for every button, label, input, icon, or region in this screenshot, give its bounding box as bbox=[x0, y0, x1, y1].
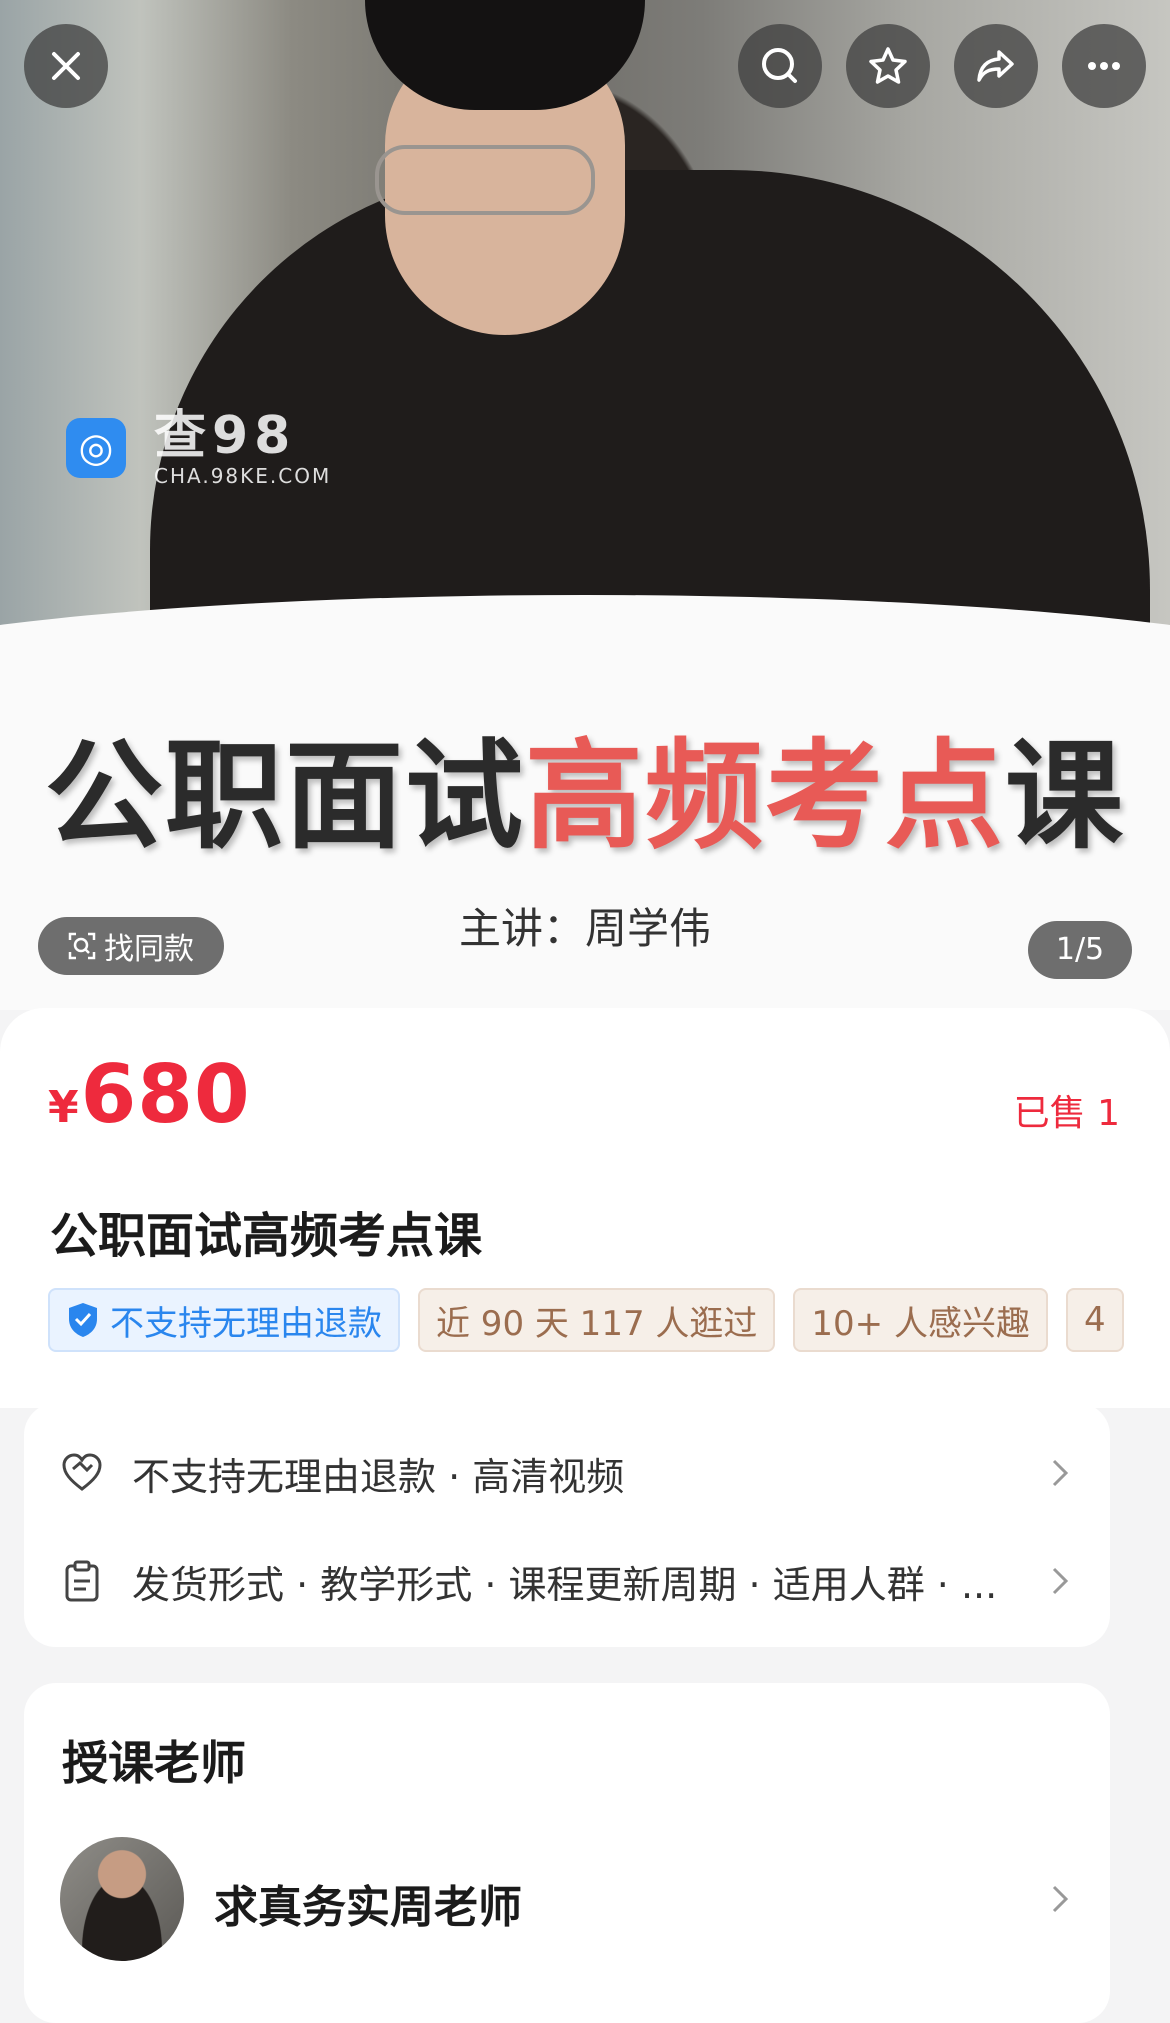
price-value: 680 bbox=[80, 1048, 251, 1141]
close-button[interactable] bbox=[24, 24, 108, 108]
teacher-name: 求真务实周老师 bbox=[214, 1882, 522, 1933]
chevron-right-icon bbox=[1052, 1885, 1069, 1913]
tag-label: 近 90 天 117 人逛过 bbox=[436, 1303, 758, 1344]
find-similar-label: 找同款 bbox=[104, 932, 194, 967]
tag-interested[interactable]: 10+ 人感兴趣 bbox=[793, 1288, 1048, 1352]
tag-label: 4 bbox=[1083, 1300, 1106, 1340]
star-icon bbox=[869, 47, 907, 84]
chevron-right-icon bbox=[1052, 1567, 1069, 1595]
heart-service-icon bbox=[62, 1453, 102, 1491]
params-text: 发货形式 · 教学形式 · 课程更新周期 · 适用人群 · ... bbox=[132, 1562, 998, 1607]
search-icon bbox=[762, 48, 797, 83]
share-button[interactable] bbox=[954, 24, 1038, 108]
price-card: ¥ 680 已售 1 公职面试高频考点课 不支持无理由退款 近 90 天 117… bbox=[0, 1008, 1170, 1408]
cover-title-dark: 公职面试 bbox=[44, 726, 525, 865]
cover-title-end: 课 bbox=[1005, 726, 1126, 865]
sold-count: 已售 1 bbox=[1013, 1093, 1120, 1134]
watermark-text: 查98 bbox=[154, 406, 297, 466]
find-similar-button[interactable]: 找同款 bbox=[38, 917, 224, 975]
more-icon bbox=[1088, 62, 1120, 70]
product-gallery[interactable]: ◎ 查98 CHA.98KE.COM 公职面试高频考点课 主讲：周学伟 bbox=[0, 0, 1170, 1010]
favorite-button[interactable] bbox=[846, 24, 930, 108]
tag-no-refund[interactable]: 不支持无理由退款 bbox=[48, 1288, 400, 1352]
tag-more[interactable]: 4 bbox=[1065, 1288, 1124, 1352]
params-row[interactable]: 发货形式 · 教学形式 · 课程更新周期 · 适用人群 · ... bbox=[24, 1531, 1110, 1631]
search-button[interactable] bbox=[738, 24, 822, 108]
watermark-url: CHA.98KE.COM bbox=[154, 464, 332, 488]
tag-list: 不支持无理由退款 近 90 天 117 人逛过 10+ 人感兴趣 4 bbox=[48, 1288, 1124, 1352]
product-title: 公职面试高频考点课 bbox=[50, 1208, 483, 1264]
cover-title: 公职面试高频考点课 bbox=[0, 700, 1170, 871]
tag-views[interactable]: 近 90 天 117 人逛过 bbox=[418, 1288, 776, 1352]
service-text: 不支持无理由退款 · 高清视频 bbox=[132, 1454, 625, 1499]
watermark-logo-icon: ◎ bbox=[66, 418, 126, 478]
currency-symbol: ¥ bbox=[48, 1082, 79, 1133]
teacher-row[interactable]: 求真务实周老师 bbox=[24, 1837, 1110, 1967]
clipboard-icon bbox=[65, 1560, 99, 1602]
teacher-heading: 授课老师 bbox=[62, 1736, 246, 1790]
shield-check-icon bbox=[69, 1303, 97, 1337]
tag-label: 不支持无理由退款 bbox=[110, 1303, 382, 1344]
teacher-card: 授课老师 求真务实周老师 bbox=[24, 1683, 1110, 2023]
scan-icon bbox=[68, 932, 96, 960]
service-row[interactable]: 不支持无理由退款 · 高清视频 bbox=[24, 1423, 1110, 1523]
watermark: ◎ 查98 CHA.98KE.COM bbox=[66, 408, 331, 488]
chevron-right-icon bbox=[1052, 1459, 1069, 1487]
close-icon bbox=[52, 52, 80, 80]
info-card: 不支持无理由退款 · 高清视频 发货形式 · 教学形式 · 课程更新周期 · 适… bbox=[24, 1403, 1110, 1647]
avatar[interactable] bbox=[60, 1837, 184, 1961]
tag-label: 10+ 人感兴趣 bbox=[811, 1303, 1030, 1344]
gallery-pager: 1/5 bbox=[1028, 921, 1132, 979]
more-button[interactable] bbox=[1062, 24, 1146, 108]
price: ¥ 680 bbox=[48, 1048, 251, 1141]
share-icon bbox=[977, 50, 1014, 82]
cover-title-red: 高频考点 bbox=[524, 726, 1005, 865]
